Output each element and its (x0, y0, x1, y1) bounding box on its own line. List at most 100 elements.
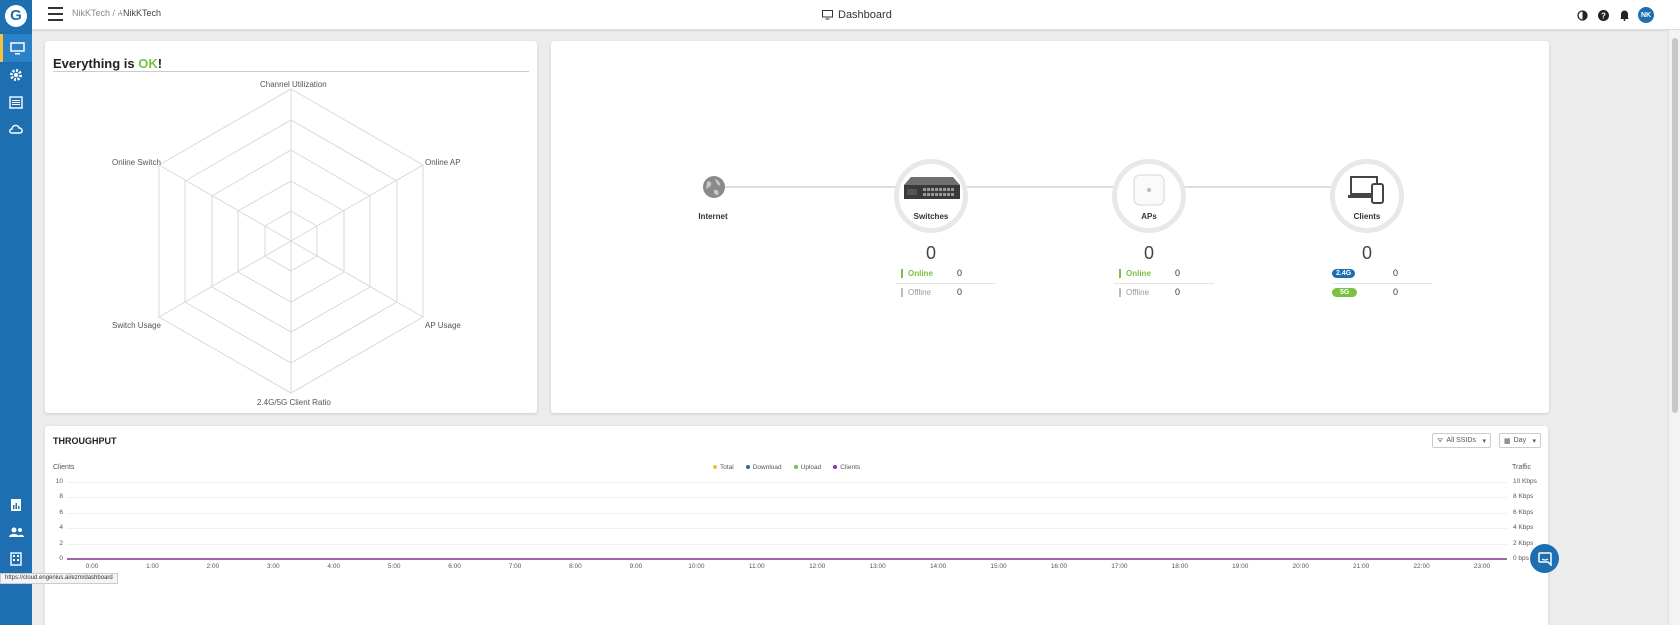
radar-label-channel-utilization: Channel Utilization (260, 80, 327, 89)
page-title-text: Dashboard (838, 9, 892, 21)
access-point-icon (1133, 174, 1165, 206)
sidebar-item-reports[interactable] (0, 88, 32, 116)
svg-text:?: ? (1601, 11, 1606, 20)
clients-label: Clients (1353, 212, 1381, 221)
switches-node[interactable] (894, 159, 968, 233)
y-tick-left: 10 (55, 478, 63, 485)
clients-5g-value: 0 (1393, 287, 1399, 297)
calendar-icon: ▦ (1504, 437, 1511, 445)
aps-offline-row: Offline 0 (1119, 284, 1219, 300)
clients-5g-row: 5G 0 (1332, 284, 1432, 300)
sidebar-item-dashboard[interactable] (0, 34, 32, 62)
x-tick: 5:00 (387, 563, 401, 570)
chat-button[interactable] (1530, 544, 1559, 573)
aps-count: 0 (1143, 243, 1154, 263)
range-filter-dropdown[interactable]: ▦ Day ▾ (1499, 433, 1541, 448)
menu-icon[interactable] (48, 7, 63, 21)
throughput-title: THROUGHPUT (53, 436, 117, 446)
aps-online-label: Online (1126, 268, 1151, 278)
topology-link-line (725, 186, 1355, 188)
switches-label: Switches (913, 212, 949, 221)
x-tick: 7:00 (508, 563, 522, 570)
sidebar-item-analytics[interactable] (0, 491, 32, 519)
health-status-ok: OK (138, 56, 158, 71)
ssid-filter-value: All SSIDs (1446, 437, 1476, 444)
x-tick: 21:00 (1352, 563, 1370, 570)
legend-download[interactable]: Download (745, 464, 782, 471)
throughput-card: THROUGHPUT ᯤ All SSIDs ▾ ▦ Day ▾ Total D… (45, 426, 1548, 625)
breadcrumb-separator: / (112, 8, 116, 18)
monitor-icon (822, 10, 833, 20)
switches-offline-label: Offline (908, 287, 931, 297)
radar-label-ap-usage: AP Usage (425, 321, 461, 330)
band-24g-badge: 2.4G (1332, 268, 1356, 278)
legend-clients[interactable]: Clients (833, 464, 860, 471)
breadcrumb-network[interactable]: NikKTech (123, 8, 161, 18)
clients-24g-row: 2.4G 0 (1332, 265, 1432, 281)
left-axis-title: Clients (53, 464, 75, 471)
y-tick-right: 2 Kbps (1513, 539, 1534, 547)
switches-online-label: Online (908, 268, 933, 278)
breadcrumb-org[interactable]: NikKTech (72, 8, 110, 18)
health-title-suffix: ! (157, 56, 163, 71)
range-filter-value: Day (1513, 437, 1527, 444)
caret-down-icon: ▾ (1532, 437, 1536, 445)
x-tick: 2:00 (206, 563, 220, 570)
x-tick: 8:00 (569, 563, 582, 570)
ssid-filter-dropdown[interactable]: ᯤ All SSIDs ▾ (1432, 433, 1491, 448)
switches-offline-value: 0 (957, 287, 963, 297)
band-5g-badge: 5G (1332, 287, 1358, 297)
switches-count: 0 (925, 243, 936, 263)
y-tick-right: 4 Kbps (1513, 524, 1534, 532)
status-bar-url: https://cloud.engenius.ai/ezm/dashboard (0, 573, 118, 584)
wifi-icon: ᯤ (1437, 437, 1444, 444)
health-title-prefix: Everything is (53, 56, 139, 71)
x-tick: 10:00 (688, 563, 705, 570)
clients-count: 0 (1361, 243, 1372, 263)
x-tick: 22:00 (1413, 563, 1430, 570)
devices-icon (1348, 176, 1384, 204)
aps-online-row: Online 0 (1119, 265, 1219, 281)
top-bar: NikKTech / ⑃NikKTech Dashboard ? NK (32, 0, 1680, 30)
x-tick: 9:00 (629, 563, 643, 570)
health-radar-chart (158, 88, 424, 394)
sidebar-item-team[interactable] (0, 518, 32, 546)
switches-online-row: Online 0 (901, 265, 1001, 281)
cloud-icon (9, 124, 23, 134)
x-tick: 3:00 (266, 563, 280, 570)
sidebar-item-organization[interactable] (0, 545, 32, 573)
y-tick-right: 6 Kbps (1513, 508, 1534, 516)
theme-toggle-icon[interactable] (1575, 8, 1589, 22)
x-tick: 1:00 (146, 563, 159, 570)
help-icon[interactable]: ? (1596, 8, 1610, 22)
health-title: Everything is OK! (53, 56, 162, 71)
legend-total[interactable]: Total (713, 464, 734, 471)
y-tick-right: 0 bps (1513, 555, 1529, 562)
health-divider (53, 71, 529, 72)
clients-node[interactable] (1330, 159, 1404, 233)
bell-icon[interactable] (1617, 8, 1631, 22)
right-axis-title: Traffic (1512, 464, 1532, 471)
sidebar: G (0, 0, 32, 625)
sidebar-item-cloud[interactable] (0, 115, 32, 143)
topology-card: Internet Switches 0 Online 0 Offline 0 A… (551, 41, 1549, 413)
engenius-logo[interactable]: G (5, 5, 27, 27)
top-icons: ? NK (1575, 7, 1654, 23)
aps-node[interactable] (1112, 159, 1186, 233)
internet-label: Internet (698, 212, 728, 221)
y-tick-left: 8 (59, 493, 63, 501)
sidebar-item-settings[interactable] (0, 61, 32, 89)
y-tick-left: 4 (59, 524, 63, 532)
x-tick: 11:00 (748, 563, 765, 570)
chat-icon (1537, 551, 1552, 566)
switches-offline-row: Offline 0 (901, 284, 1001, 300)
aps-offline-label: Offline (1126, 287, 1149, 297)
x-tick: 19:00 (1232, 563, 1249, 570)
scrollbar-thumb[interactable] (1672, 38, 1678, 413)
legend-upload[interactable]: Upload (793, 464, 821, 471)
y-tick-right: 10 Kbps (1513, 478, 1537, 485)
x-tick: 23:00 (1473, 563, 1491, 570)
x-tick: 0:00 (85, 563, 99, 570)
avatar[interactable]: NK (1638, 7, 1654, 23)
page-scrollbar[interactable] (1668, 30, 1680, 625)
